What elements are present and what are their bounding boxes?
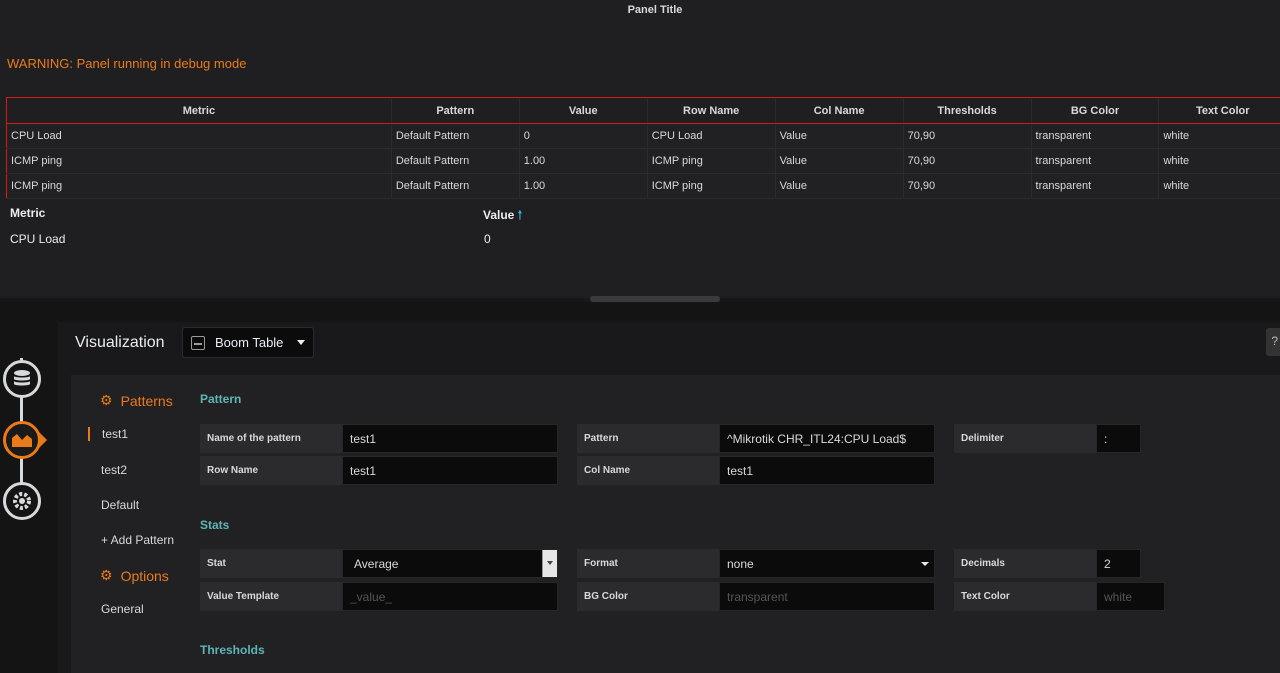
bg-color-label: BG Color [577,582,720,611]
value-header[interactable]: Value 🠑 [483,206,522,227]
chevron-down-icon [542,550,557,577]
nav-item-test1[interactable]: test1 [88,427,128,441]
col-header: Metric [6,97,392,124]
stat-select-value: Average [354,556,399,571]
active-tab-pointer [38,431,47,449]
pattern-label: Pattern [577,424,720,453]
patterns-label: Patterns [120,392,173,409]
caret-down-icon [297,340,305,345]
decimals-input[interactable]: 2 [1096,549,1141,578]
table-cell: white [1158,148,1280,174]
table-cell: Value [774,123,904,149]
text-color-input[interactable]: white [1096,582,1165,611]
col-header: Text Color [1158,97,1280,124]
editor-content: ⚙ Patterns test1 test2 Default + Add Pat… [71,375,1280,673]
caret-down-icon [921,562,929,566]
table-cell: transparent [1030,173,1159,199]
visualization-title: Visualization [75,334,165,351]
chart-icon[interactable] [3,421,41,459]
gear-icon: ⚙ [100,567,113,583]
stat-select[interactable]: Average [342,549,558,578]
col-name-label: Col Name [577,456,720,485]
table-cell: 1.00 [518,173,648,199]
table-cell: transparent [1030,148,1159,174]
pattern-name-input[interactable]: test1 [342,424,558,453]
table-cell: 70,90 [902,173,1032,199]
col-header: Pattern [390,97,520,124]
table-cell: 70,90 [902,123,1032,149]
format-select-value: none [727,556,754,571]
col-header: Value [518,97,648,124]
options-label: Options [120,567,169,584]
table-cell: Default Pattern [390,148,520,174]
thresholds-section-title: Thresholds [200,643,265,657]
stats-section-title: Stats [200,518,230,532]
table-cell: white [1158,123,1280,149]
col-header: BG Color [1030,97,1159,124]
panel-title[interactable]: Panel Title [0,4,1280,16]
nav-item-default[interactable]: Default [101,498,139,512]
table-cell: Value [774,148,904,174]
add-pattern-button[interactable]: + Add Pattern [101,533,174,547]
options-heading: ⚙ Options [100,567,169,584]
database-icon[interactable] [3,360,41,398]
table-cell: CPU Load [10,232,66,246]
table-cell: ICMP ping [6,173,392,199]
table-cell: 70,90 [902,148,1032,174]
col-header: Thresholds [902,97,1032,124]
bg-color-input[interactable]: transparent [719,582,935,611]
arrow-up-icon: 🠑 [517,208,523,222]
decimals-label: Decimals [954,549,1097,578]
table-cell: ICMP ping [6,148,392,174]
table-cell: white [1158,173,1280,199]
value-template-input[interactable]: _value_ [342,582,558,611]
text-color-label: Text Color [954,582,1097,611]
delimiter-input[interactable]: : [1096,424,1141,453]
format-select[interactable]: none [719,549,935,578]
visualization-name: Boom Table [215,335,284,350]
table-cell: Value [774,173,904,199]
table-cell: ICMP ping [646,173,776,199]
row-name-input[interactable]: test1 [342,456,558,485]
table-cell: transparent [1030,123,1159,149]
table-cell: Default Pattern [390,123,520,149]
table-cell: 1.00 [518,148,648,174]
delimiter-label: Delimiter [954,424,1097,453]
value-header-label: Value [483,208,515,222]
col-header: Row Name [646,97,776,124]
table-cell: 0 [484,232,491,246]
debug-table: Metric Pattern Value Row Name Col Name T… [6,97,1280,199]
table-row: ICMP ping Default Pattern 1.00 ICMP ping… [6,173,1280,199]
gear-icon: ⚙ [100,392,113,408]
panel-type-icon [191,335,205,350]
format-label: Format [577,549,720,578]
panel-preview: Panel Title WARNING: Panel running in de… [0,0,1280,298]
value-template-label: Value Template [200,582,343,611]
table-cell: 0 [518,123,648,149]
metric-header[interactable]: Metric [10,206,45,220]
debug-warning: WARNING: Panel running in debug mode [7,56,247,71]
row-name-label: Row Name [200,456,343,485]
patterns-heading: ⚙ Patterns [100,392,173,409]
pattern-regex-input[interactable]: ^Mikrotik CHR_ITL24:CPU Load$ [719,424,935,453]
debug-header-row: Metric Pattern Value Row Name Col Name T… [6,97,1280,124]
visualization-picker[interactable]: Boom Table [182,327,314,358]
nav-item-test2[interactable]: test2 [101,463,127,477]
table-row: CPU Load Default Pattern 0 CPU Load Valu… [6,123,1280,149]
col-name-input[interactable]: test1 [719,456,935,485]
nav-item-general[interactable]: General [101,602,144,616]
table-cell: CPU Load [646,123,776,149]
table-cell: ICMP ping [646,148,776,174]
table-row: ICMP ping Default Pattern 1.00 ICMP ping… [6,148,1280,174]
pattern-name-label: Name of the pattern [200,424,343,453]
settings-icon[interactable] [3,482,41,520]
col-header: Col Name [774,97,904,124]
stat-label: Stat [200,549,343,578]
table-cell: Default Pattern [390,173,520,199]
help-button[interactable]: ? [1266,328,1280,356]
pattern-section-title: Pattern [200,392,242,406]
table-cell: CPU Load [6,123,392,149]
